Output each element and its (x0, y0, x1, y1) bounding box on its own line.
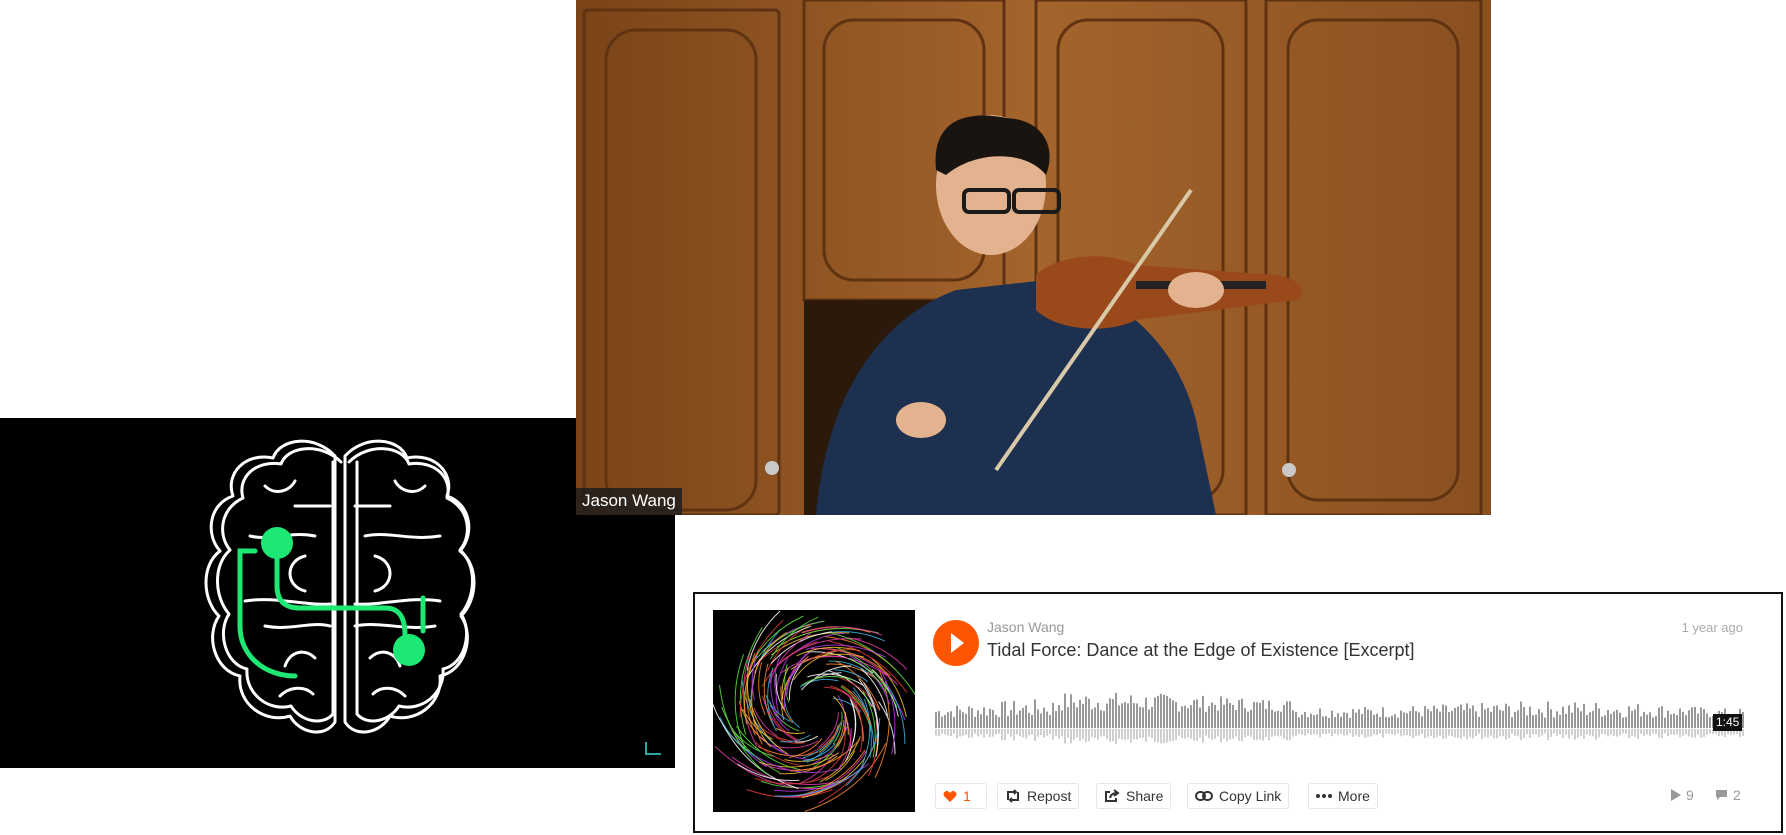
soundcloud-player: Jason Wang Tidal Force: Dance at the Edg… (693, 592, 1783, 833)
video-tile[interactable]: Jason Wang (576, 0, 1491, 515)
artwork-image (713, 610, 915, 812)
heart-icon (943, 790, 957, 803)
play-count: 9 (1671, 787, 1694, 803)
repost-label: Repost (1027, 788, 1072, 804)
share-button[interactable]: Share (1096, 783, 1172, 809)
share-label: Share (1126, 788, 1164, 804)
brain-logo-panel (0, 418, 675, 768)
more-button[interactable]: More (1308, 783, 1378, 809)
waveform[interactable] (935, 682, 1747, 752)
participant-name-label: Jason Wang (576, 488, 682, 515)
share-icon (1104, 789, 1120, 803)
play-count-value: 9 (1686, 787, 1694, 803)
more-label: More (1338, 788, 1370, 804)
comment-icon (1715, 789, 1728, 801)
video-frame (576, 0, 1491, 515)
brain-logo-icon (204, 439, 476, 734)
repost-button[interactable]: Repost (997, 783, 1080, 809)
like-count: 1 (963, 788, 971, 804)
copy-link-label: Copy Link (1219, 788, 1282, 804)
more-dots-icon (1316, 793, 1332, 799)
track-duration: 1:45 (1713, 714, 1743, 731)
repost-icon (1005, 789, 1021, 803)
play-count-icon (1671, 789, 1681, 801)
track-artist[interactable]: Jason Wang (987, 619, 1064, 635)
copy-link-button[interactable]: Copy Link (1187, 783, 1290, 809)
track-artwork[interactable] (713, 610, 915, 812)
corner-bracket-icon (645, 742, 661, 755)
posted-time: 1 year ago (1681, 620, 1743, 635)
comment-count-value: 2 (1733, 787, 1741, 803)
comment-count[interactable]: 2 (1715, 787, 1741, 803)
link-icon (1195, 790, 1213, 802)
track-title[interactable]: Tidal Force: Dance at the Edge of Existe… (987, 640, 1415, 661)
play-button[interactable] (933, 620, 979, 666)
like-button[interactable]: 1 (935, 783, 987, 809)
